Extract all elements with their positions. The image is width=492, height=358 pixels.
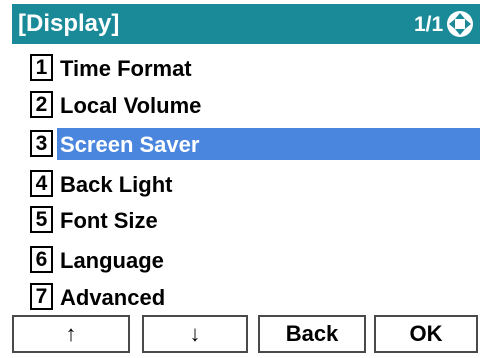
menu-item-label: Local Volume bbox=[60, 93, 202, 118]
menu-item-number: 7 bbox=[30, 283, 53, 310]
softkey-ok-button[interactable]: OK bbox=[374, 315, 478, 353]
page-indicator: 1/1 bbox=[414, 13, 444, 36]
title-bar: [Display] 1/1 bbox=[12, 4, 480, 44]
menu-item-label: Screen Saver bbox=[60, 132, 200, 157]
menu-item-back-light[interactable]: 4 Back Light bbox=[30, 168, 480, 200]
menu-item-local-volume[interactable]: 2 Local Volume bbox=[30, 89, 480, 121]
page-title: [Display] bbox=[18, 10, 120, 37]
menu-item-number: 1 bbox=[30, 54, 53, 81]
menu-item-label: Advanced bbox=[60, 285, 166, 310]
menu-item-label: Language bbox=[60, 248, 164, 273]
menu-item-label-area: Font Size bbox=[57, 204, 480, 236]
menu-item-number: 2 bbox=[30, 91, 53, 118]
menu-item-number: 5 bbox=[30, 206, 53, 233]
menu-item-screen-saver[interactable]: 3 Screen Saver bbox=[30, 128, 480, 160]
menu-item-number: 4 bbox=[30, 170, 53, 197]
menu-item-label: Back Light bbox=[60, 172, 173, 197]
softkey-back-button[interactable]: Back bbox=[258, 315, 366, 353]
softkey-down-button[interactable]: ↓ bbox=[142, 315, 248, 353]
menu-item-label-area: Time Format bbox=[57, 52, 480, 84]
four-way-navigation-icon[interactable] bbox=[446, 10, 474, 38]
menu-item-advanced[interactable]: 7 Advanced bbox=[30, 281, 480, 313]
menu-item-time-format[interactable]: 1 Time Format bbox=[30, 52, 480, 84]
selected-highlight-bar: Screen Saver bbox=[57, 128, 480, 160]
menu-item-language[interactable]: 6 Language bbox=[30, 244, 480, 276]
menu-item-label-area: Local Volume bbox=[57, 89, 480, 121]
menu-item-label: Font Size bbox=[60, 208, 158, 233]
menu-item-font-size[interactable]: 5 Font Size bbox=[30, 204, 480, 236]
phone-display-screen: [Display] 1/1 1 Time Format 2 Local Volu… bbox=[12, 4, 480, 354]
menu-item-label-area: Back Light bbox=[57, 168, 480, 200]
menu-item-number: 6 bbox=[30, 246, 53, 273]
menu-item-number: 3 bbox=[30, 130, 53, 157]
menu-item-label-area: Language bbox=[57, 244, 480, 276]
softkey-up-button[interactable]: ↑ bbox=[12, 315, 130, 353]
menu-item-label: Time Format bbox=[60, 56, 192, 81]
menu-item-label-area: Advanced bbox=[57, 281, 480, 313]
